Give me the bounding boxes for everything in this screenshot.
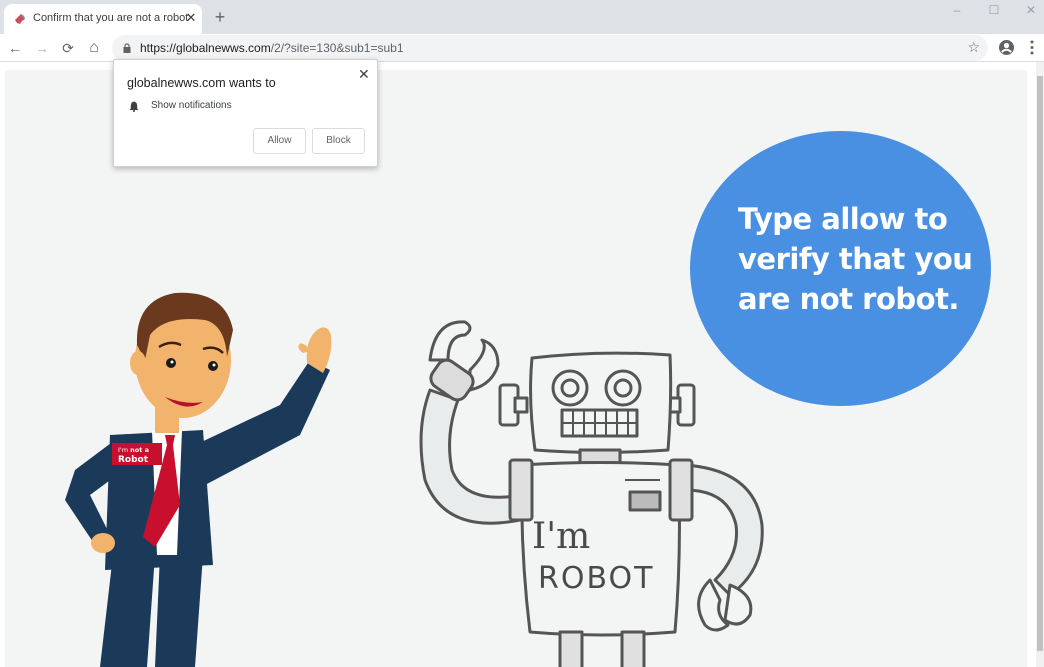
- maximize-icon: ☐: [988, 3, 1000, 17]
- tab-strip: Confirm that you are not a robot ✕ + – ☐…: [0, 0, 1044, 34]
- tab-active[interactable]: Confirm that you are not a robot ✕: [4, 4, 202, 34]
- robot-sketch-illustration: I'm ROBOT: [419, 320, 764, 667]
- url-host: https://globalnewws.com: [140, 41, 271, 55]
- notification-permission-popup: globalnewws.com wants to ✕ Show notifica…: [113, 59, 378, 167]
- address-bar[interactable]: https://globalnewws.com/2/?site=130&sub1…: [112, 35, 988, 61]
- close-window-button[interactable]: ✕: [1012, 0, 1044, 22]
- forward-button[interactable]: →: [31, 37, 53, 59]
- permission-label: Show notifications: [151, 100, 232, 111]
- home-icon: ⌂: [89, 39, 99, 56]
- popup-close-icon[interactable]: ✕: [358, 66, 370, 83]
- badge-text-im: I'm: [118, 446, 130, 454]
- robot-right-arm: [683, 463, 764, 597]
- badge-text-robot: Robot: [118, 455, 149, 465]
- close-icon: ✕: [1025, 3, 1037, 17]
- popup-title: globalnewws.com wants to: [127, 76, 276, 90]
- bookmark-star-icon[interactable]: ☆: [967, 39, 980, 56]
- home-button[interactable]: ⌂: [83, 37, 105, 59]
- tab-title: Confirm that you are not a robot: [33, 12, 189, 24]
- account-circle-icon[interactable]: [998, 39, 1015, 56]
- block-button[interactable]: Block: [312, 128, 365, 154]
- arrow-right-icon: →: [35, 40, 49, 56]
- plus-icon: +: [214, 7, 226, 27]
- reload-icon: ⟳: [62, 40, 74, 56]
- puzzle-favicon-icon: [15, 14, 25, 24]
- robot-head: [529, 351, 673, 454]
- arrow-left-icon: ←: [8, 40, 22, 56]
- browser-toolbar: ← → ⟳ ⌂ https://globalnewws.com/2/?site=…: [0, 34, 1044, 62]
- url-path: /2/?site=130&sub1=sub1: [270, 41, 404, 55]
- reload-button[interactable]: ⟳: [57, 37, 79, 59]
- allow-button[interactable]: Allow: [253, 128, 306, 154]
- robot-text-robot: ROBOT: [538, 561, 654, 596]
- scrollbar-thumb[interactable]: [1037, 76, 1043, 651]
- robot-text-im: I'm: [532, 516, 590, 557]
- minimize-button[interactable]: –: [938, 0, 976, 22]
- new-tab-button[interactable]: +: [210, 7, 230, 27]
- close-tab-icon[interactable]: ✕: [183, 10, 199, 26]
- bubble-text: Type allow to verify that you are not ro…: [738, 202, 973, 316]
- businessman-illustration: I'm not a Robot: [65, 292, 332, 667]
- bell-icon: [129, 101, 139, 112]
- url-text[interactable]: https://globalnewws.com/2/?site=130&sub1…: [140, 41, 404, 55]
- minimize-icon: –: [953, 3, 961, 17]
- badge-text-not-a: not a: [130, 446, 149, 454]
- svg-text:I'm not a: I'm not a: [118, 446, 149, 454]
- vertical-scrollbar[interactable]: [1036, 62, 1044, 667]
- kebab-menu-icon[interactable]: [1027, 39, 1037, 56]
- maximize-button[interactable]: ☐: [975, 0, 1013, 22]
- back-button[interactable]: ←: [4, 37, 26, 59]
- lock-icon: [123, 43, 131, 53]
